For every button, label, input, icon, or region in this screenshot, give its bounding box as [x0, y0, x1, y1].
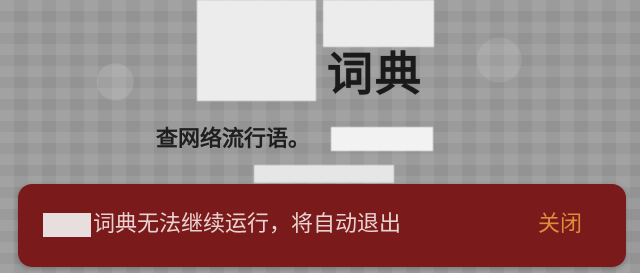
- crash-message: 词典无法继续运行，将自动退出: [93, 212, 402, 237]
- app-tagline: 查网络流行语。: [156, 127, 311, 152]
- close-button[interactable]: 关闭: [538, 210, 582, 240]
- redacted-app-name: [323, 0, 434, 47]
- redacted-tagline-text: [331, 127, 433, 151]
- crash-dialog: 词典无法继续运行，将自动退出 关闭: [18, 184, 626, 267]
- redacted-app-name-in-message: [43, 213, 91, 237]
- redacted-subtitle-text: [254, 165, 394, 183]
- app-title: 词典: [327, 47, 423, 101]
- redacted-app-icon: [197, 0, 316, 101]
